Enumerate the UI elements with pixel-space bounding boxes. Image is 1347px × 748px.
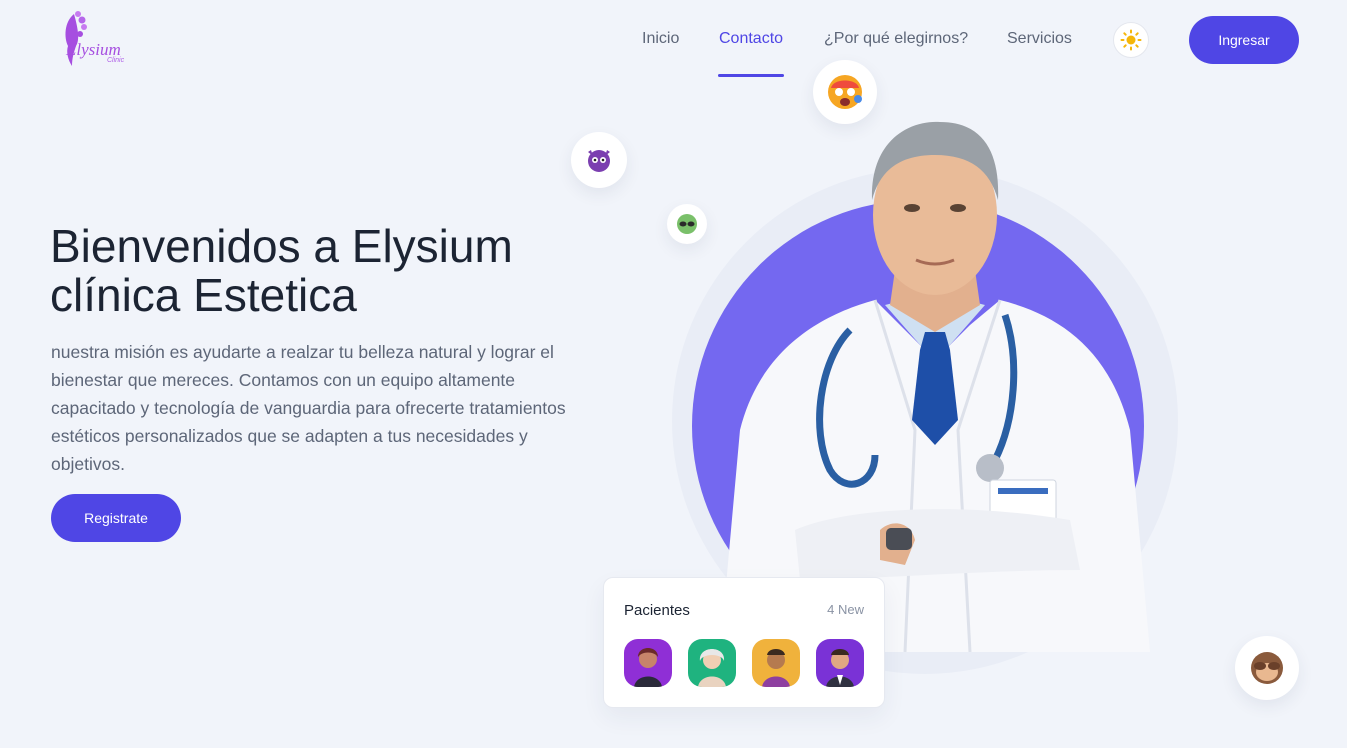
- monkey-emoji-icon: [1235, 636, 1299, 700]
- login-button[interactable]: Ingresar: [1189, 16, 1299, 64]
- patient-avatar-3[interactable]: [752, 639, 800, 687]
- hero-title-line-2: clínica Estetica: [50, 269, 357, 321]
- nav-contacto[interactable]: Contacto: [719, 30, 783, 48]
- hero-title-line-1: Bienvenidos a Elysium: [50, 220, 513, 272]
- hero-title: Bienvenidos a Elysium clínica Estetica: [50, 222, 610, 320]
- nav-inicio[interactable]: Inicio: [642, 30, 679, 48]
- alien-emoji-icon: [667, 204, 707, 244]
- hero-description: nuestra misión es ayudarte a realzar tu …: [51, 342, 566, 474]
- sun-icon: [1120, 29, 1142, 51]
- nav-por-que-elegirnos[interactable]: ¿Por qué elegirnos?: [824, 30, 968, 48]
- patient-avatar-2[interactable]: [688, 639, 736, 687]
- patients-card[interactable]: Pacientes 4 New: [603, 577, 885, 708]
- patient-avatar-4[interactable]: [816, 639, 864, 687]
- theme-toggle-button[interactable]: [1113, 22, 1149, 58]
- patients-card-title: Pacientes: [624, 602, 690, 619]
- devil-emoji-icon: [571, 132, 627, 188]
- register-button[interactable]: Registrate: [51, 494, 181, 542]
- patients-new-badge: 4 New: [827, 602, 864, 617]
- doctor-image: [720, 121, 1150, 652]
- dizzy-face-emoji-icon: [813, 60, 877, 124]
- nav-active-indicator: [718, 74, 784, 77]
- nav-servicios[interactable]: Servicios: [1007, 30, 1072, 48]
- logo-subtext: Clinic: [107, 57, 125, 64]
- patient-avatar-1[interactable]: [624, 639, 672, 687]
